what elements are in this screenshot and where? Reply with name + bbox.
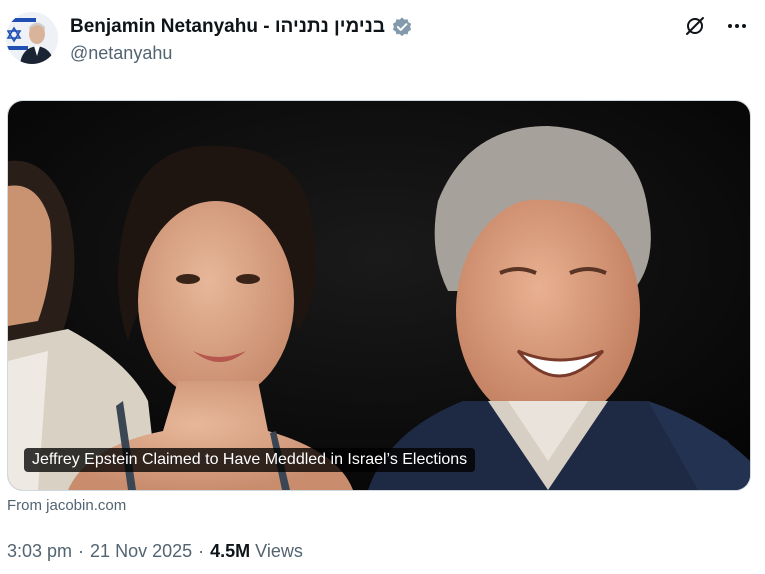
link-card[interactable]: Jeffrey Epstein Claimed to Have Meddled …: [7, 100, 751, 491]
author-display-name[interactable]: Benjamin Netanyahu - בנימין נתניהו: [70, 16, 385, 38]
views-count: 4.5M: [210, 541, 251, 561]
more-icon[interactable]: [725, 14, 749, 38]
post-meta: 3:03 pm · 21 Nov 2025 · 4.5M Views: [7, 541, 303, 562]
card-title: Jeffrey Epstein Claimed to Have Meddled …: [24, 448, 476, 472]
meta-separator: ·: [78, 541, 85, 561]
card-source-link[interactable]: From jacobin.com: [7, 497, 126, 514]
post-time[interactable]: 3:03 pm: [7, 541, 72, 562]
author-name-row: Benjamin Netanyahu - בנימין נתניהו: [70, 14, 413, 40]
grok-icon[interactable]: [683, 14, 707, 38]
views-label: Views: [255, 541, 303, 561]
author-avatar[interactable]: [6, 12, 58, 64]
post-date[interactable]: 21 Nov 2025: [90, 541, 192, 562]
author-handle[interactable]: @netanyahu: [70, 43, 172, 64]
card-image: [8, 101, 750, 490]
meta-separator: ·: [198, 541, 205, 561]
verified-badge-icon[interactable]: [391, 16, 413, 38]
post-top-actions: [683, 14, 749, 38]
